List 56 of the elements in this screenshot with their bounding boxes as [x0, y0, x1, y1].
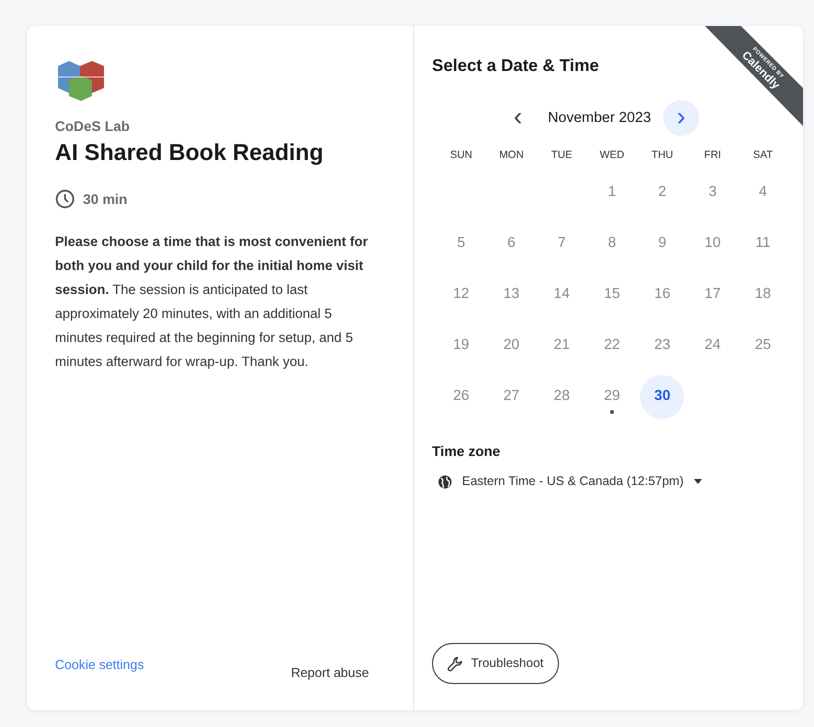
- calendar-day: 27: [489, 375, 534, 420]
- calendar-day: 9: [640, 222, 684, 266]
- powered-by-ribbon[interactable]: [705, 26, 803, 126]
- calendar-day: 6: [489, 222, 534, 266]
- timezone-dropdown[interactable]: Eastern Time - US & Canada (12:57pm): [438, 472, 803, 491]
- calendar-day: 22: [590, 324, 634, 368]
- calendar-day: 17: [690, 273, 735, 318]
- month-label: November 2023: [548, 108, 652, 128]
- organizer-name: CoDeS Lab: [55, 117, 131, 136]
- calendar-day: 23: [640, 324, 684, 368]
- weekday-header: SAT: [752, 148, 774, 164]
- calendar-day: 29: [590, 375, 634, 420]
- calendar-day: 14: [540, 273, 584, 318]
- weekday-header: SUN: [449, 148, 474, 164]
- weekday-header: WED: [598, 148, 626, 164]
- calendar-day: 19: [439, 324, 484, 368]
- duration-text: 30 min: [83, 190, 128, 209]
- calendar-day: 24: [690, 324, 735, 368]
- calendar-day[interactable]: 30: [640, 375, 684, 420]
- calendar-day: 2: [640, 171, 684, 216]
- event-title: AI Shared Book Reading: [55, 139, 324, 167]
- weekday-header: FRI: [703, 148, 722, 164]
- timezone-label: Time zone: [432, 442, 502, 462]
- calendar-day: 20: [489, 324, 534, 368]
- calendar-day: 25: [740, 324, 785, 368]
- calendar-day: 18: [740, 273, 785, 318]
- calendar-day: 3: [690, 171, 735, 216]
- troubleshoot-button[interactable]: Troubleshoot: [432, 643, 558, 684]
- event-description: Please choose a time that is most convenient for both you and your child for the initial home visit session. The session is anticipated to last approximately 20 minutes, with an additional 5 minutes required at the beginning for setup, and 5 minutes afterward for wrap-up. Thank you.: [55, 232, 369, 371]
- scheduler-heading: Select a Date & Time: [432, 56, 599, 76]
- weekday-header: MON: [498, 148, 525, 164]
- globe-icon: [438, 474, 452, 489]
- calendar-day: 16: [640, 273, 684, 318]
- calendar-day: 1: [590, 171, 634, 216]
- calendar-day: 15: [590, 273, 634, 318]
- caret-icon: [694, 479, 702, 484]
- calendar-day: 10: [690, 222, 735, 266]
- weekday-header: THU: [650, 148, 674, 164]
- calendar-day: 4: [740, 171, 785, 216]
- report-abuse-link[interactable]: Report abuse: [290, 662, 369, 682]
- calendar-day: 13: [489, 273, 534, 318]
- logo-icon: [55, 58, 107, 102]
- calendar-day: 21: [540, 324, 584, 368]
- cookie-settings-link[interactable]: Cookie settings: [55, 654, 144, 674]
- calendar-day: 5: [439, 222, 484, 266]
- previous-month-button[interactable]: ‹: [500, 100, 536, 136]
- calendar-day: 7: [540, 222, 584, 266]
- calendar-day: 28: [540, 375, 584, 420]
- next-month-button[interactable]: ›: [663, 100, 700, 136]
- calendar-day: 12: [439, 273, 484, 318]
- calendar-day: 8: [590, 222, 634, 266]
- weekday-header: TUE: [550, 148, 574, 164]
- clock-icon: [55, 189, 75, 210]
- wrench-icon: [447, 656, 463, 672]
- calendar-day: 26: [439, 375, 484, 420]
- calendar-day: 11: [740, 222, 785, 266]
